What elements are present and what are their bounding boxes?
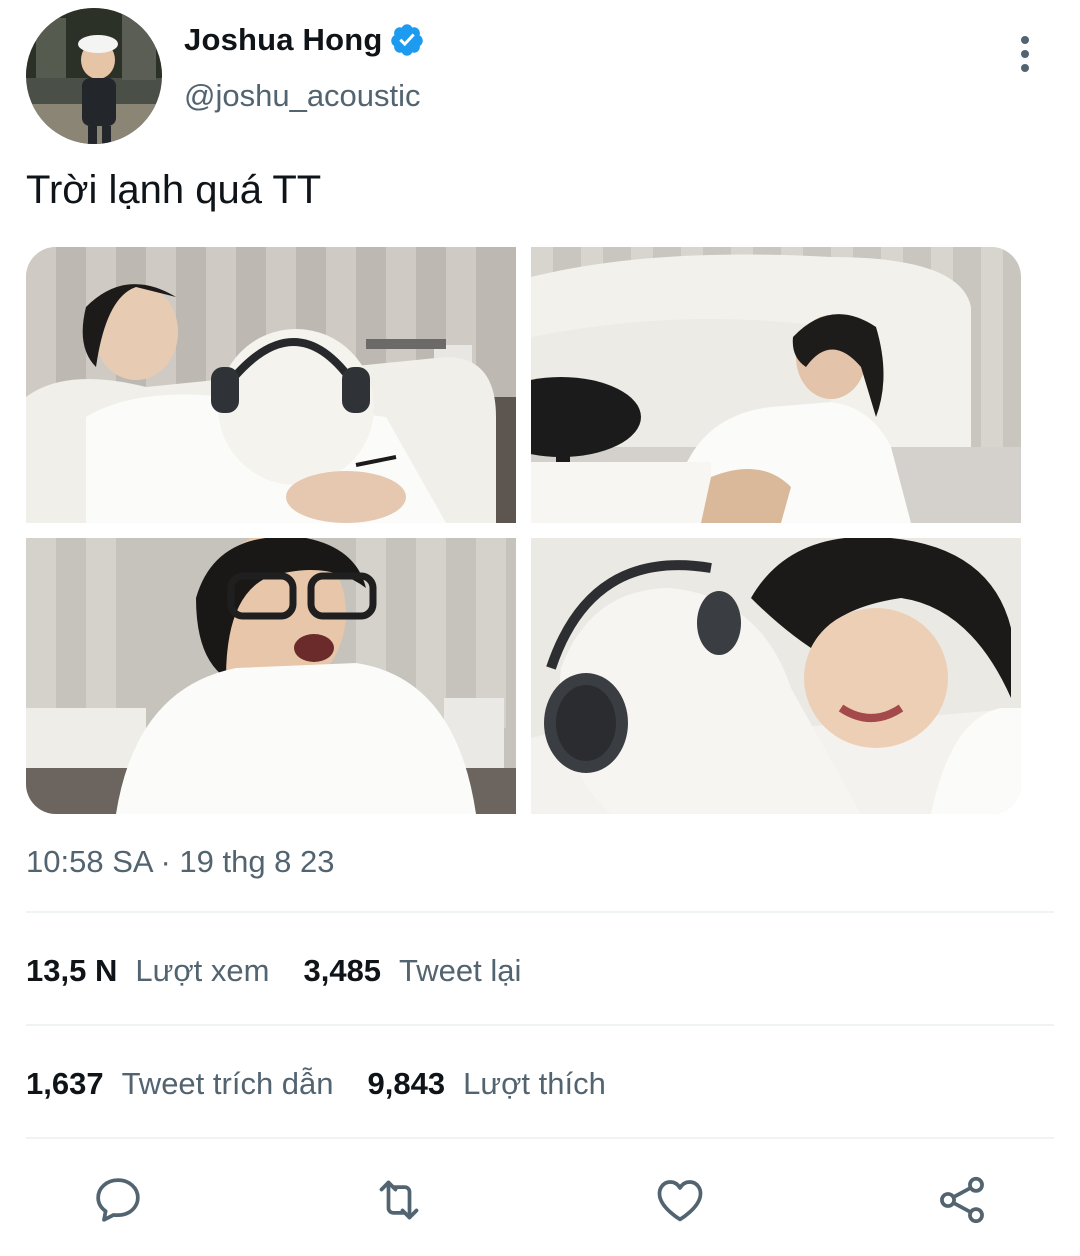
views-stat[interactable]: 13,5 N Lượt xem <box>26 953 269 989</box>
tweet-text: Trời lạnh quá TT <box>26 168 322 212</box>
retweet-icon[interactable] <box>371 1172 427 1228</box>
divider <box>26 911 1054 913</box>
likes-label: Lượt thích <box>463 1066 606 1101</box>
author-name[interactable]: Joshua Hong <box>184 22 383 58</box>
tweet-timestamp[interactable]: 10:58 SA · 19 thg 8 23 <box>26 844 335 880</box>
retweets-count: 3,485 <box>303 953 382 988</box>
retweets-label: Tweet lại <box>399 953 522 988</box>
quotes-stat[interactable]: 1,637 Tweet trích dẫn <box>26 1066 334 1102</box>
media-grid <box>26 247 1021 814</box>
reply-icon[interactable] <box>90 1172 146 1228</box>
photo-3[interactable] <box>26 538 516 814</box>
likes-count: 9,843 <box>367 1066 446 1101</box>
quotes-count: 1,637 <box>26 1066 104 1101</box>
stats-row-2: 1,637 Tweet trích dẫn 9,843 Lượt thích <box>26 1066 640 1102</box>
likes-stat[interactable]: 9,843 Lượt thích <box>368 1066 606 1102</box>
stats-row-1: 13,5 N Lượt xem 3,485 Tweet lại <box>26 953 555 989</box>
author-handle[interactable]: @joshu_acoustic <box>184 78 421 114</box>
quotes-label: Tweet trích dẫn <box>121 1066 334 1101</box>
more-vertical-icon[interactable] <box>1008 34 1042 74</box>
photo-1[interactable] <box>26 247 516 523</box>
heart-icon[interactable] <box>652 1172 708 1228</box>
action-bar <box>0 1172 1080 1232</box>
verified-badge-icon <box>389 22 425 58</box>
divider <box>26 1137 1054 1139</box>
author-row[interactable]: Joshua Hong <box>184 22 425 58</box>
retweets-stat[interactable]: 3,485 Tweet lại <box>303 953 521 989</box>
photo-2[interactable] <box>531 247 1021 523</box>
avatar[interactable] <box>26 8 162 144</box>
views-count: 13,5 N <box>26 953 118 988</box>
share-icon[interactable] <box>934 1172 990 1228</box>
views-label: Lượt xem <box>135 953 270 988</box>
photo-4[interactable] <box>531 538 1021 814</box>
divider <box>26 1024 1054 1026</box>
avatar-photo <box>26 8 162 144</box>
